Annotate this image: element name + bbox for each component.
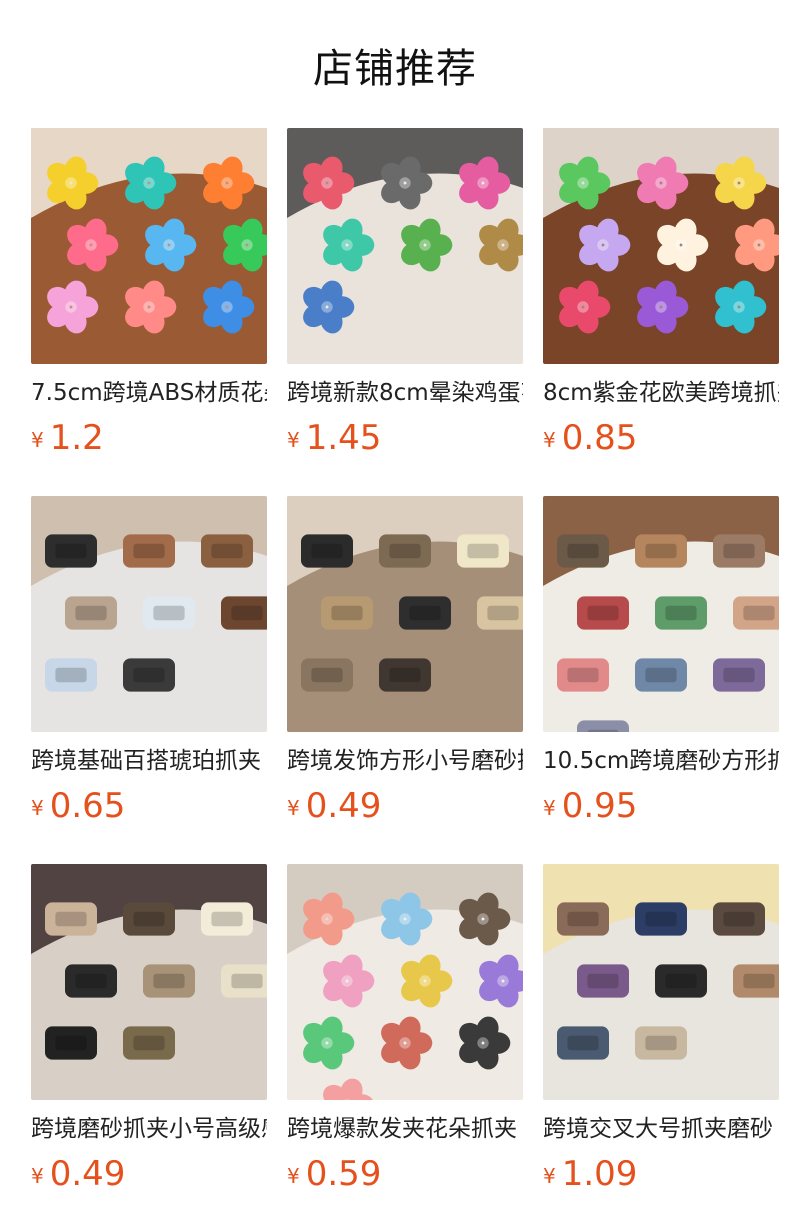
product-card[interactable]: 跨境爆款发夹花朵抓夹 ¥0.59 <box>287 864 523 1232</box>
product-name[interactable]: 7.5cm跨境ABS材质花朵抓夹 <box>31 378 267 408</box>
product-card[interactable]: 跨境发饰方形小号磨砂抓夹 ¥0.49 <box>287 496 523 864</box>
price-amount: 0.95 <box>561 786 638 826</box>
currency-symbol: ¥ <box>31 1164 44 1188</box>
product-card[interactable]: 7.5cm跨境ABS材质花朵抓夹 ¥1.2 <box>31 128 267 496</box>
price-amount: 0.49 <box>49 1154 126 1194</box>
product-image[interactable] <box>543 496 779 732</box>
price-amount: 0.49 <box>305 786 382 826</box>
product-card[interactable]: 跨境新款8cm晕染鸡蛋花抓夹 ¥1.45 <box>287 128 523 496</box>
product-photo <box>31 864 267 1100</box>
price-amount: 0.65 <box>49 786 126 826</box>
product-image[interactable] <box>543 128 779 364</box>
product-price: ¥1.2 <box>31 418 267 458</box>
product-name[interactable]: 10.5cm跨境磨砂方形抓夹 <box>543 746 779 776</box>
product-price: ¥0.65 <box>31 786 267 826</box>
product-photo <box>543 496 779 732</box>
product-price: ¥1.45 <box>287 418 523 458</box>
currency-symbol: ¥ <box>287 796 300 820</box>
product-name[interactable]: 跨境新款8cm晕染鸡蛋花抓夹 <box>287 378 523 408</box>
product-name[interactable]: 跨境磨砂抓夹小号高级感 <box>31 1114 267 1144</box>
product-price: ¥1.09 <box>543 1154 779 1194</box>
product-price: ¥0.85 <box>543 418 779 458</box>
product-name[interactable]: 跨境发饰方形小号磨砂抓夹 <box>287 746 523 776</box>
page-title: 店铺推荐 <box>313 46 477 92</box>
product-card[interactable]: 跨境磨砂抓夹小号高级感 ¥0.49 <box>31 864 267 1232</box>
currency-symbol: ¥ <box>287 1164 300 1188</box>
product-photo <box>543 128 779 364</box>
price-amount: 1.45 <box>305 418 382 458</box>
product-price: ¥0.95 <box>543 786 779 826</box>
product-photo <box>287 128 523 364</box>
product-photo <box>31 496 267 732</box>
product-card[interactable]: 10.5cm跨境磨砂方形抓夹 ¥0.95 <box>543 496 779 864</box>
product-photo <box>287 496 523 732</box>
product-image[interactable] <box>287 496 523 732</box>
product-price: ¥0.49 <box>31 1154 267 1194</box>
price-amount: 1.2 <box>49 418 104 458</box>
currency-symbol: ¥ <box>543 796 556 820</box>
currency-symbol: ¥ <box>543 1164 556 1188</box>
product-image[interactable] <box>31 496 267 732</box>
currency-symbol: ¥ <box>287 428 300 452</box>
product-card[interactable]: 跨境交叉大号抓夹磨砂 ¥1.09 <box>543 864 779 1232</box>
product-name[interactable]: 跨境基础百搭琥珀抓夹 <box>31 746 267 776</box>
product-image[interactable] <box>287 864 523 1100</box>
price-amount: 0.85 <box>561 418 638 458</box>
currency-symbol: ¥ <box>31 428 44 452</box>
product-photo <box>31 128 267 364</box>
product-name[interactable]: 跨境爆款发夹花朵抓夹 <box>287 1114 523 1144</box>
product-image[interactable] <box>287 128 523 364</box>
product-name[interactable]: 跨境交叉大号抓夹磨砂 <box>543 1114 779 1144</box>
product-price: ¥0.49 <box>287 786 523 826</box>
product-photo <box>543 864 779 1100</box>
product-image[interactable] <box>543 864 779 1100</box>
product-price: ¥0.59 <box>287 1154 523 1194</box>
currency-symbol: ¥ <box>31 796 44 820</box>
product-grid: 7.5cm跨境ABS材质花朵抓夹 ¥1.2 跨境新款8cm晕染鸡蛋花抓夹 ¥1.… <box>31 128 779 1232</box>
product-photo <box>287 864 523 1100</box>
price-amount: 1.09 <box>561 1154 638 1194</box>
price-amount: 0.59 <box>305 1154 382 1194</box>
product-name[interactable]: 8cm紫金花欧美跨境抓夹 <box>543 378 779 408</box>
product-card[interactable]: 8cm紫金花欧美跨境抓夹 ¥0.85 <box>543 128 779 496</box>
product-image[interactable] <box>31 864 267 1100</box>
product-image[interactable] <box>31 128 267 364</box>
currency-symbol: ¥ <box>543 428 556 452</box>
product-card[interactable]: 跨境基础百搭琥珀抓夹 ¥0.65 <box>31 496 267 864</box>
